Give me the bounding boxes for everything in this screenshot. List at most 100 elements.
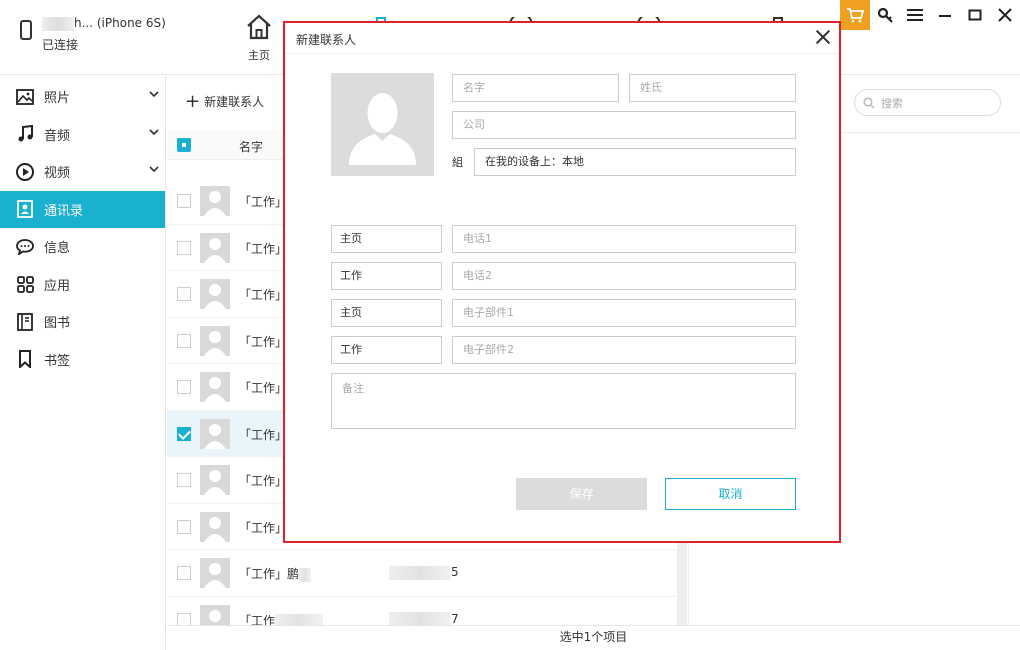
avatar [200, 186, 230, 216]
close-icon [998, 8, 1012, 22]
sidebar-item-audio[interactable]: 音频 [0, 116, 165, 154]
sidebar-item-label: 通讯录 [44, 203, 84, 219]
sidebar-item-label: 书签 [44, 353, 71, 369]
contact-phone: 7 [389, 612, 459, 626]
contacts-icon [16, 200, 34, 219]
contact-name: 「工作」鹏 [239, 565, 312, 582]
row-checkbox[interactable] [177, 333, 191, 348]
row-checkbox[interactable] [177, 194, 191, 208]
sidebar-item-label: 应用 [44, 278, 71, 294]
apps-icon [16, 275, 34, 293]
person-silhouette-icon [349, 93, 416, 165]
sidebar-item-books[interactable]: 图书 [0, 303, 165, 341]
redacted-text [299, 567, 312, 582]
sidebar-item-bookmarks[interactable]: 书签 [0, 341, 165, 379]
redacted-text [42, 16, 74, 31]
search-box[interactable]: 搜索 [854, 89, 1001, 116]
plus-icon: + [185, 90, 201, 112]
sidebar-item-label: 视频 [44, 166, 71, 182]
home-icon [247, 14, 271, 40]
avatar [200, 558, 230, 588]
sidebar: 照片 音频 视频 通讯录 信息 应用 图书 书签 [0, 75, 166, 650]
avatar [200, 418, 230, 449]
first-name-input[interactable]: 名字 [452, 74, 619, 102]
row-checkbox[interactable] [177, 287, 191, 301]
sidebar-item-label: 信息 [44, 241, 71, 257]
email1-input[interactable]: 电子部件1 [452, 299, 796, 327]
status-bar: 选中1个项目 [167, 625, 1020, 650]
nav-home-button[interactable]: 主页 [243, 14, 275, 63]
group-label: 組 [452, 156, 463, 169]
contact-phone: 5 [389, 565, 459, 580]
phone-icon [20, 20, 32, 40]
new-contact-dialog: 新建联系人 名字 姓氏 公司 組 在我的设备上：本地 主页 电话1 工作 电话2… [284, 22, 840, 542]
group-select[interactable]: 在我的设备上：本地 [474, 148, 796, 176]
avatar [200, 465, 230, 495]
row-checkbox-checked[interactable] [177, 426, 191, 441]
sidebar-item-apps[interactable]: 应用 [0, 266, 165, 304]
contact-photo-placeholder[interactable] [331, 73, 434, 176]
email1-type-select[interactable]: 主页 [331, 299, 442, 327]
select-all-checkbox[interactable] [177, 138, 191, 152]
column-header-name[interactable]: 名字 [239, 138, 263, 155]
sidebar-item-label: 图书 [44, 316, 71, 332]
book-icon [16, 312, 34, 331]
dialog-title-divider [285, 53, 839, 54]
row-checkbox[interactable] [177, 473, 191, 487]
message-icon [16, 238, 34, 256]
maximize-icon [968, 9, 982, 21]
new-contact-label: 新建联系人 [204, 95, 265, 109]
sidebar-item-video[interactable]: 视频 [0, 153, 165, 191]
email2-type-select[interactable]: 工作 [331, 336, 442, 364]
save-button[interactable]: 保存 [516, 478, 647, 510]
minimize-button[interactable] [930, 0, 960, 30]
sidebar-item-photos[interactable]: 照片 [0, 78, 165, 116]
window-controls [840, 0, 1020, 30]
key-icon [877, 7, 893, 23]
phone1-input[interactable]: 电话1 [452, 225, 796, 253]
chevron-down-icon [149, 166, 159, 173]
cancel-button[interactable]: 取消 [665, 478, 796, 510]
redacted-text [389, 612, 451, 626]
cart-button[interactable] [840, 0, 870, 30]
sidebar-item-contacts[interactable]: 通讯录 [0, 190, 165, 228]
phone2-input[interactable]: 电话2 [452, 262, 796, 290]
nav-home-label: 主页 [248, 49, 270, 62]
row-checkbox[interactable] [177, 240, 191, 255]
sidebar-item-messages[interactable]: 信息 [0, 228, 165, 266]
menu-button[interactable] [900, 0, 930, 30]
avatar [200, 232, 230, 263]
phone2-type-select[interactable]: 工作 [331, 262, 442, 290]
company-input[interactable]: 公司 [452, 111, 796, 139]
avatar [200, 279, 230, 309]
video-icon [16, 162, 34, 181]
email2-input[interactable]: 电子部件2 [452, 336, 796, 364]
bookmark-icon [16, 350, 34, 369]
row-checkbox[interactable] [177, 380, 191, 394]
cart-icon [847, 8, 864, 23]
device-status: 已连接 [42, 38, 79, 52]
sidebar-item-label: 照片 [44, 91, 71, 107]
avatar [200, 372, 230, 402]
avatar [200, 511, 230, 542]
close-window-button[interactable] [990, 0, 1020, 30]
minimize-icon [939, 15, 951, 17]
avatar [200, 325, 230, 356]
last-name-input[interactable]: 姓氏 [629, 74, 796, 102]
maximize-button[interactable] [960, 0, 990, 30]
notes-textarea[interactable]: 备注 [331, 373, 796, 429]
row-checkbox[interactable] [177, 566, 191, 580]
photo-icon [16, 88, 34, 106]
music-icon [16, 125, 34, 143]
dialog-close-icon[interactable] [815, 29, 831, 45]
search-placeholder: 搜索 [881, 96, 903, 110]
phone1-type-select[interactable]: 主页 [331, 225, 442, 253]
chevron-down-icon [149, 91, 159, 98]
search-icon [863, 96, 875, 109]
table-row[interactable]: 「工作」鹏 5 [167, 550, 687, 597]
register-key-button[interactable] [870, 0, 900, 30]
menu-icon [907, 9, 923, 21]
selection-status: 选中1个项目 [559, 630, 628, 644]
row-checkbox[interactable] [177, 519, 191, 534]
new-contact-button[interactable]: + 新建联系人 [185, 90, 265, 112]
